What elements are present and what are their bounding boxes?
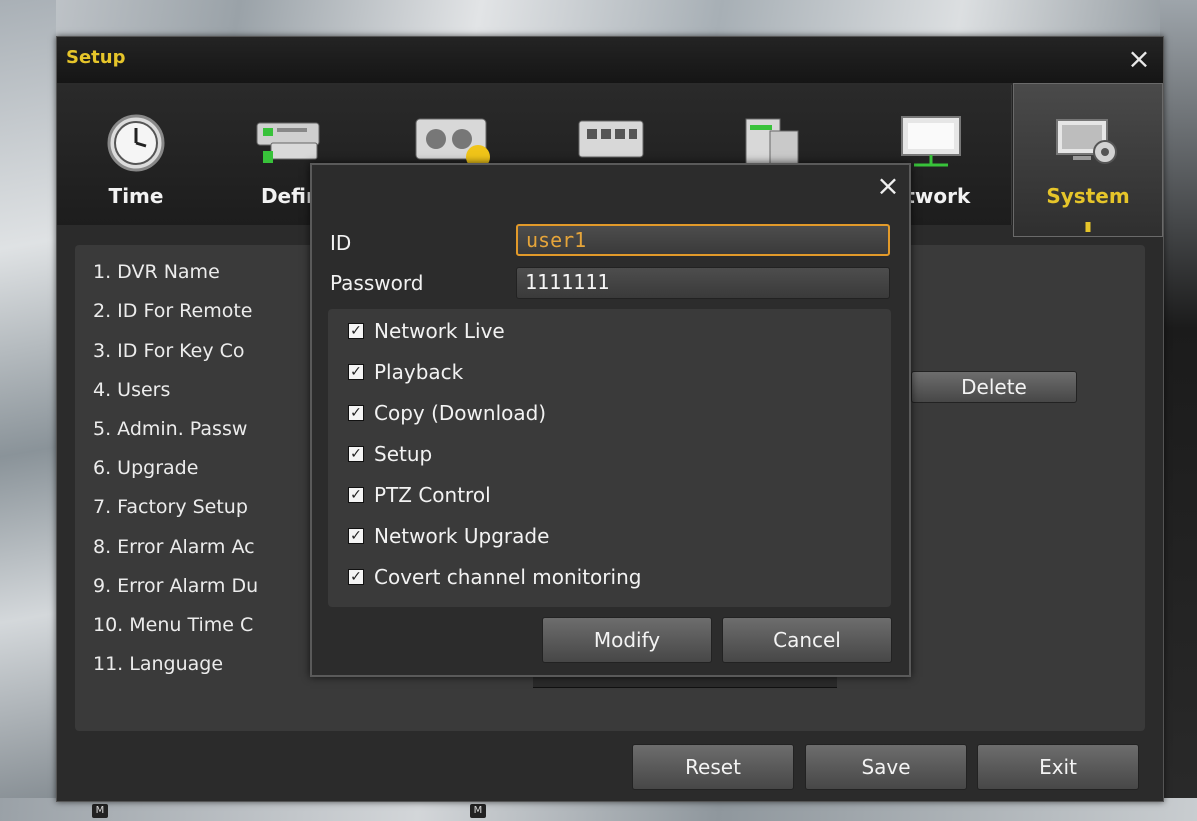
camera-feed-background-right: [1160, 0, 1197, 821]
delete-button[interactable]: Delete: [911, 371, 1077, 403]
exit-button[interactable]: Exit: [977, 744, 1139, 790]
menu-item-language[interactable]: 11. Language: [93, 653, 223, 675]
permission-label: Copy (Download): [374, 401, 547, 425]
checkbox-checked-icon[interactable]: ✓: [348, 446, 364, 462]
camera-feed-background-left: [0, 0, 56, 821]
checkbox-checked-icon[interactable]: ✓: [348, 528, 364, 544]
title-bar: Setup ×: [57, 37, 1163, 83]
checkbox-checked-icon[interactable]: ✓: [348, 569, 364, 585]
tab-system[interactable]: System: [1013, 83, 1163, 237]
permission-label: Covert channel monitoring: [374, 565, 642, 589]
menu-item-error-alarm-duration[interactable]: 9. Error Alarm Du: [93, 575, 258, 597]
checkbox-checked-icon[interactable]: ✓: [348, 364, 364, 380]
id-field[interactable]: user1: [516, 224, 890, 256]
permission-copy-download[interactable]: ✓ Copy (Download): [348, 399, 546, 427]
password-label: Password: [330, 271, 424, 295]
camera-feed-background: [0, 0, 1197, 40]
active-tab-indicator: [1085, 222, 1091, 232]
menu-item-error-alarm-action[interactable]: 8. Error Alarm Ac: [93, 536, 255, 558]
password-field[interactable]: 1111111: [516, 267, 890, 299]
tab-label: Time: [108, 184, 164, 208]
close-icon[interactable]: ×: [875, 172, 901, 200]
tab-time[interactable]: Time: [57, 85, 216, 225]
menu-item-admin-password[interactable]: 5. Admin. Passw: [93, 418, 247, 440]
permission-label: Playback: [374, 360, 464, 384]
menu-item-id-for-remote[interactable]: 2. ID For Remote: [93, 300, 252, 322]
save-button[interactable]: Save: [805, 744, 967, 790]
id-label: ID: [330, 231, 352, 255]
menu-item-upgrade[interactable]: 6. Upgrade: [93, 457, 198, 479]
permission-playback[interactable]: ✓ Playback: [348, 358, 463, 386]
permission-label: Network Upgrade: [374, 524, 550, 548]
permission-covert-channel-monitoring[interactable]: ✓ Covert channel monitoring: [348, 563, 641, 591]
menu-item-users[interactable]: 4. Users: [93, 379, 170, 401]
modify-button[interactable]: Modify: [542, 617, 712, 663]
menu-item-menu-time[interactable]: 10. Menu Time C: [93, 614, 253, 636]
checkbox-checked-icon[interactable]: ✓: [348, 323, 364, 339]
checkbox-checked-icon[interactable]: ✓: [348, 405, 364, 421]
permission-label: PTZ Control: [374, 483, 491, 507]
permissions-list: ✓ Network Live ✓ Playback ✓ Copy (Downlo…: [328, 309, 891, 607]
menu-item-factory-setup[interactable]: 7. Factory Setup: [93, 496, 248, 518]
window-title: Setup: [66, 47, 126, 68]
menu-item-id-for-key[interactable]: 3. ID For Key Co: [93, 340, 245, 362]
footer-buttons: Reset Save Exit: [57, 744, 1163, 794]
user-edit-dialog: × ID user1 Password 1111111 ✓ Network Li…: [310, 163, 911, 677]
reset-button[interactable]: Reset: [632, 744, 794, 790]
tab-label: System: [1046, 184, 1130, 208]
clock-icon: [107, 114, 165, 172]
menu-item-dvr-name[interactable]: 1. DVR Name: [93, 261, 220, 283]
dvr-screen: M M Setup × Time Defini etwork System 1.…: [0, 0, 1197, 821]
camera-marker-icon: M: [470, 804, 486, 818]
permission-network-upgrade[interactable]: ✓ Network Upgrade: [348, 522, 549, 550]
cancel-button[interactable]: Cancel: [722, 617, 892, 663]
permission-ptz-control[interactable]: ✓ PTZ Control: [348, 481, 491, 509]
permission-label: Network Live: [374, 319, 505, 343]
camera-marker-icon: M: [92, 804, 108, 818]
checkbox-checked-icon[interactable]: ✓: [348, 487, 364, 503]
close-icon[interactable]: ×: [1125, 45, 1153, 73]
system-monitor-gear-icon: [1056, 119, 1117, 164]
permission-label: Setup: [374, 442, 433, 466]
permission-setup[interactable]: ✓ Setup: [348, 440, 432, 468]
permission-network-live[interactable]: ✓ Network Live: [348, 317, 505, 345]
